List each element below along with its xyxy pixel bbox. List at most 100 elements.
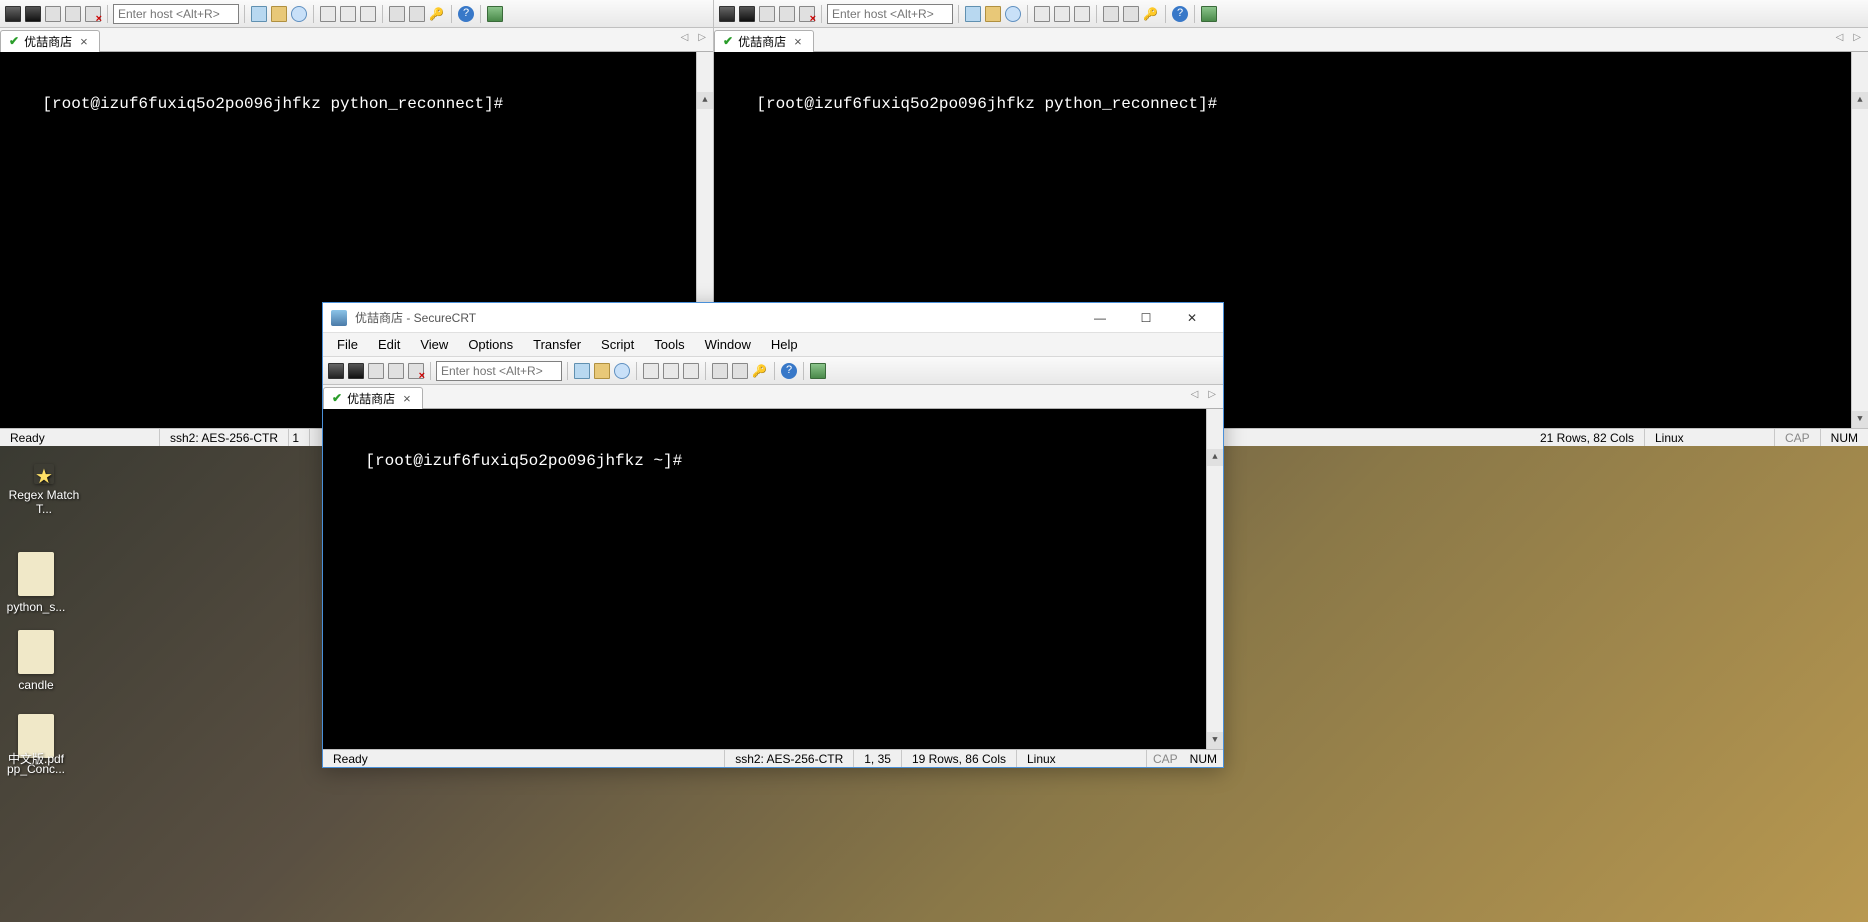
status-num: NUM (1821, 429, 1868, 446)
maximize-button[interactable]: ☐ (1123, 303, 1169, 333)
scroll-up-icon[interactable]: ▲ (1852, 92, 1868, 109)
print-screen-icon[interactable] (1073, 5, 1091, 23)
reconnect-icon[interactable] (387, 362, 405, 380)
picture-icon[interactable] (809, 362, 827, 380)
disconnect-icon[interactable] (407, 362, 425, 380)
close-button[interactable]: ✕ (1169, 303, 1215, 333)
print-icon[interactable] (642, 362, 660, 380)
print-icon[interactable] (1033, 5, 1051, 23)
menu-help[interactable]: Help (763, 335, 806, 354)
separator (451, 5, 452, 23)
copy-icon[interactable] (964, 5, 982, 23)
tab-prev-icon[interactable]: ◁ (1833, 31, 1847, 44)
menu-window[interactable]: Window (697, 335, 759, 354)
toolbar (323, 357, 1223, 385)
scroll-up-icon[interactable]: ▲ (1207, 449, 1223, 466)
find-icon[interactable] (613, 362, 631, 380)
copy-icon[interactable] (250, 5, 268, 23)
menu-bar: File Edit View Options Transfer Script T… (323, 333, 1223, 357)
desktop-icon-pdf[interactable]: 中文版.pdf (0, 750, 76, 767)
quick-connect-icon[interactable] (738, 5, 756, 23)
status-ready: Ready (0, 429, 160, 446)
help-icon[interactable] (457, 5, 475, 23)
status-num: NUM (1184, 750, 1223, 767)
scrollbar[interactable]: ▲ ▼ (1851, 52, 1868, 428)
picture-icon[interactable] (486, 5, 504, 23)
tab-session[interactable]: ✔ 优喆商店 × (714, 30, 814, 52)
scroll-down-icon[interactable]: ▼ (1852, 411, 1868, 428)
reconnect-icon[interactable] (64, 5, 82, 23)
scrollbar[interactable]: ▲ ▼ (1206, 409, 1223, 749)
host-input[interactable] (113, 4, 239, 24)
public-key-icon[interactable] (428, 5, 446, 23)
new-session-icon[interactable] (718, 5, 736, 23)
title-bar[interactable]: 优喆商店 - SecureCRT — ☐ ✕ (323, 303, 1223, 333)
separator (1165, 5, 1166, 23)
find-icon[interactable] (290, 5, 308, 23)
scroll-up-icon[interactable]: ▲ (697, 92, 713, 109)
quick-connect-icon[interactable] (347, 362, 365, 380)
separator (821, 5, 822, 23)
menu-script[interactable]: Script (593, 335, 642, 354)
menu-view[interactable]: View (412, 335, 456, 354)
session-options-icon[interactable] (711, 362, 729, 380)
paste-icon[interactable] (270, 5, 288, 23)
tab-close-icon[interactable]: × (400, 391, 414, 406)
help-icon[interactable] (1171, 5, 1189, 23)
tab-next-icon[interactable]: ▷ (1205, 388, 1219, 401)
tab-bar: ✔ 优喆商店 × ◁ ▷ (323, 385, 1223, 409)
global-options-icon[interactable] (1122, 5, 1140, 23)
scroll-down-icon[interactable]: ▼ (1207, 732, 1223, 749)
disconnect-icon[interactable] (84, 5, 102, 23)
menu-options[interactable]: Options (460, 335, 521, 354)
tab-close-icon[interactable]: × (77, 34, 91, 49)
session-options-icon[interactable] (1102, 5, 1120, 23)
menu-transfer[interactable]: Transfer (525, 335, 589, 354)
connect-bar-icon[interactable] (758, 5, 776, 23)
print-icon[interactable] (319, 5, 337, 23)
tab-bar: ✔ 优喆商店 × ◁ ▷ (0, 28, 713, 52)
global-options-icon[interactable] (731, 362, 749, 380)
help-icon[interactable] (780, 362, 798, 380)
tab-prev-icon[interactable]: ◁ (678, 31, 692, 44)
menu-edit[interactable]: Edit (370, 335, 408, 354)
quick-connect-icon[interactable] (24, 5, 42, 23)
connect-bar-icon[interactable] (44, 5, 62, 23)
session-options-icon[interactable] (388, 5, 406, 23)
public-key-icon[interactable] (751, 362, 769, 380)
desktop-icon-candle[interactable]: candle (0, 630, 76, 692)
disconnect-icon[interactable] (798, 5, 816, 23)
tab-prev-icon[interactable]: ◁ (1188, 388, 1202, 401)
connect-bar-icon[interactable] (367, 362, 385, 380)
picture-icon[interactable] (1200, 5, 1218, 23)
tab-next-icon[interactable]: ▷ (1850, 31, 1864, 44)
tab-session[interactable]: ✔ 优喆商店 × (323, 387, 423, 409)
public-key-icon[interactable] (1142, 5, 1160, 23)
print-screen-icon[interactable] (682, 362, 700, 380)
tab-next-icon[interactable]: ▷ (695, 31, 709, 44)
desktop-icon-python[interactable]: python_s... (0, 552, 76, 614)
terminal[interactable]: ▲ ▼ [root@izuf6fuxiq5o2po096jhfkz ~]# (323, 409, 1223, 749)
print-setup-icon[interactable] (662, 362, 680, 380)
host-input[interactable] (827, 4, 953, 24)
print-screen-icon[interactable] (359, 5, 377, 23)
menu-file[interactable]: File (329, 335, 366, 354)
toolbar (0, 0, 713, 28)
tab-session[interactable]: ✔ 优喆商店 × (0, 30, 100, 52)
global-options-icon[interactable] (408, 5, 426, 23)
copy-icon[interactable] (573, 362, 591, 380)
reconnect-icon[interactable] (778, 5, 796, 23)
minimize-button[interactable]: — (1077, 303, 1123, 333)
menu-tools[interactable]: Tools (646, 335, 692, 354)
new-session-icon[interactable] (327, 362, 345, 380)
check-icon: ✔ (723, 34, 733, 48)
new-session-icon[interactable] (4, 5, 22, 23)
print-setup-icon[interactable] (1053, 5, 1071, 23)
host-input[interactable] (436, 361, 562, 381)
find-icon[interactable] (1004, 5, 1022, 23)
paste-icon[interactable] (984, 5, 1002, 23)
paste-icon[interactable] (593, 362, 611, 380)
print-setup-icon[interactable] (339, 5, 357, 23)
tab-close-icon[interactable]: × (791, 34, 805, 49)
desktop-icon-regex[interactable]: Regex Match T... (4, 464, 84, 516)
